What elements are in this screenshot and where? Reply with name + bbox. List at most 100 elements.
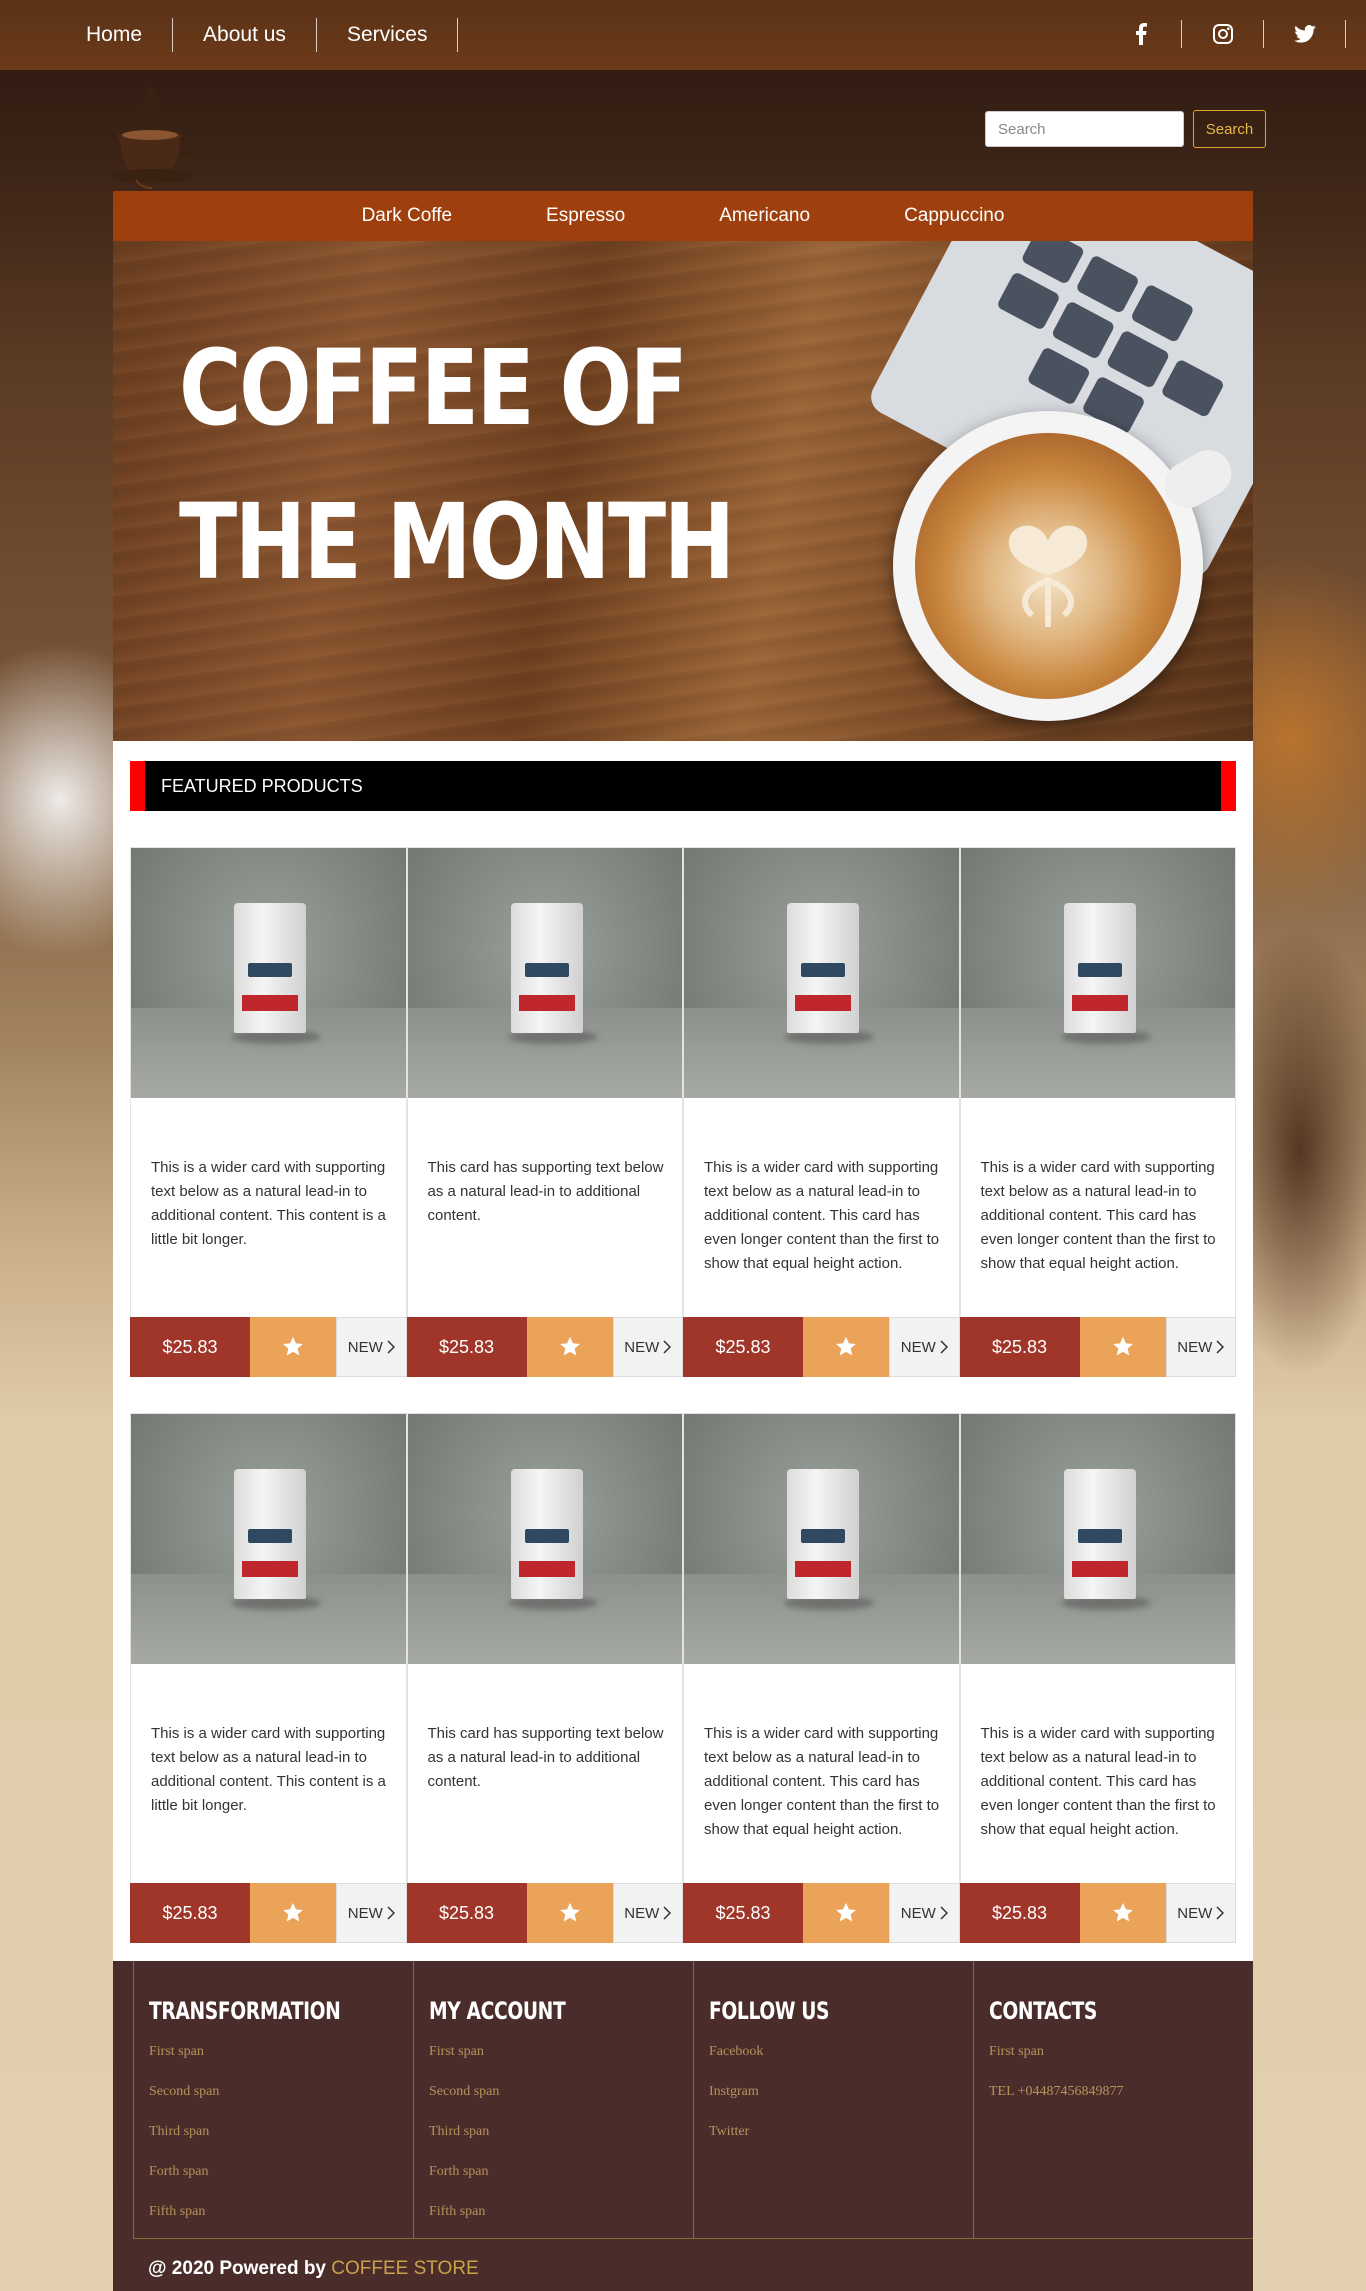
- price-badge: $25.83: [683, 1317, 803, 1377]
- new-label: NEW: [347, 1338, 383, 1356]
- featured-heading: FEATURED PRODUCTS: [161, 775, 363, 796]
- product-card[interactable]: This is a wider card with supporting tex…: [130, 847, 407, 1377]
- footer-col-my-account: MY ACCOUNT First span Second span Third …: [413, 1961, 693, 2238]
- card-text: This is a wider card with supporting tex…: [980, 1725, 1216, 1838]
- brand-link[interactable]: COFFEE STORE: [331, 2258, 478, 2279]
- new-button[interactable]: NEW: [336, 1883, 407, 1943]
- new-label: NEW: [1177, 1338, 1213, 1356]
- star-icon: [836, 1336, 856, 1356]
- footer-phone[interactable]: TEL +04487456849877: [989, 2072, 1253, 2112]
- favorite-button[interactable]: [526, 1317, 613, 1377]
- new-button[interactable]: NEW: [1165, 1883, 1236, 1943]
- footer-link[interactable]: Fifth span: [149, 2192, 413, 2232]
- footer-link-facebook[interactable]: Facebook: [709, 2032, 973, 2072]
- favorite-button[interactable]: [803, 1883, 889, 1943]
- star-icon: [559, 1902, 580, 1922]
- new-button[interactable]: NEW: [889, 1317, 960, 1377]
- footer-link-twitter[interactable]: Twitter: [709, 2112, 973, 2152]
- footer-link[interactable]: Fifth span: [429, 2192, 693, 2232]
- favorite-button[interactable]: [1079, 1883, 1166, 1943]
- card-footer: $25.83 NEW: [959, 1317, 1236, 1377]
- favorite-button[interactable]: [250, 1883, 336, 1943]
- new-label: NEW: [1177, 1904, 1213, 1922]
- new-button[interactable]: NEW: [1165, 1317, 1236, 1377]
- product-card[interactable]: This is a wider card with supporting tex…: [959, 1413, 1236, 1943]
- search-form: Search: [985, 110, 1266, 148]
- product-row-2: This is a wider card with supporting tex…: [130, 1413, 1236, 1943]
- footer-link[interactable]: Third span: [149, 2112, 413, 2152]
- latte-cup-image: [893, 411, 1240, 721]
- new-label: NEW: [347, 1904, 383, 1922]
- search-button[interactable]: Search: [1193, 110, 1266, 148]
- footer-link[interactable]: First span: [149, 2032, 413, 2072]
- favorite-button[interactable]: [526, 1883, 613, 1943]
- search-input[interactable]: [985, 111, 1184, 147]
- category-dark-coffe[interactable]: Dark Coffe: [315, 205, 499, 227]
- nav-about-link[interactable]: About us: [173, 18, 317, 52]
- footer-col-contacts: CONTACTS First span TEL +04487456849877: [973, 1961, 1253, 2238]
- product-image: [684, 1414, 959, 1664]
- twitter-icon[interactable]: [1264, 20, 1346, 48]
- footer-link[interactable]: First span: [989, 2032, 1253, 2072]
- instagram-icon[interactable]: [1182, 20, 1264, 48]
- product-card[interactable]: This is a wider card with supporting tex…: [683, 847, 960, 1377]
- facebook-icon[interactable]: [1100, 20, 1182, 48]
- price-badge: $25.83: [406, 1317, 527, 1377]
- chevron-right-icon: [940, 1340, 948, 1354]
- main-container: Dark Coffe Espresso Americano Cappuccino…: [113, 191, 1253, 1961]
- star-icon: [283, 1336, 303, 1356]
- card-footer: $25.83 NEW: [959, 1883, 1236, 1943]
- category-espresso[interactable]: Espresso: [499, 205, 672, 227]
- price-badge: $25.83: [959, 1317, 1080, 1377]
- price-badge: $25.83: [130, 1317, 250, 1377]
- new-label: NEW: [624, 1904, 660, 1922]
- price-badge: $25.83: [130, 1883, 250, 1943]
- card-text: This is a wider card with supporting tex…: [704, 1159, 940, 1272]
- price-badge: $25.83: [406, 1883, 527, 1943]
- product-image: [407, 1414, 682, 1664]
- product-image: [131, 1414, 406, 1664]
- new-button[interactable]: NEW: [889, 1883, 960, 1943]
- nav-services-link[interactable]: Services: [317, 18, 459, 52]
- footer-link[interactable]: Forth span: [149, 2152, 413, 2192]
- product-card[interactable]: This is a wider card with supporting tex…: [683, 1413, 960, 1943]
- top-navbar: Home About us Services: [0, 0, 1366, 70]
- new-button[interactable]: NEW: [612, 1317, 683, 1377]
- footer-link[interactable]: Second span: [149, 2072, 413, 2112]
- product-image: [131, 848, 406, 1098]
- footer-link-instagram[interactable]: Instgram: [709, 2072, 973, 2112]
- footer-link[interactable]: First span: [429, 2032, 693, 2072]
- new-button[interactable]: NEW: [612, 1883, 683, 1943]
- footer-link[interactable]: Third span: [429, 2112, 693, 2152]
- new-button[interactable]: NEW: [336, 1317, 407, 1377]
- favorite-button[interactable]: [1079, 1317, 1166, 1377]
- nav-home-link[interactable]: Home: [62, 18, 174, 52]
- card-footer: $25.83 NEW: [406, 1883, 683, 1943]
- site-footer: TRANSFORMATION First span Second span Th…: [113, 1961, 1253, 2291]
- product-card[interactable]: This is a wider card with supporting tex…: [130, 1413, 407, 1943]
- hero-title: COFFEE OF THE MONTH: [179, 327, 735, 603]
- product-card[interactable]: This card has supporting text below as a…: [406, 1413, 683, 1943]
- footer-link[interactable]: Second span: [429, 2072, 693, 2112]
- card-text: This is a wider card with supporting tex…: [151, 1159, 386, 1248]
- footer-link[interactable]: Forth span: [429, 2152, 693, 2192]
- category-americano[interactable]: Americano: [672, 205, 857, 227]
- footer-heading: FOLLOW US: [709, 1997, 830, 2025]
- star-icon: [559, 1336, 580, 1356]
- chevron-right-icon: [387, 1340, 395, 1354]
- favorite-button[interactable]: [250, 1317, 336, 1377]
- product-card[interactable]: This is a wider card with supporting tex…: [959, 847, 1236, 1377]
- chevron-right-icon: [663, 1906, 672, 1920]
- chevron-right-icon: [1216, 1340, 1225, 1354]
- social-links: [1100, 18, 1346, 50]
- coffee-logo[interactable]: [106, 72, 202, 190]
- favorite-button[interactable]: [803, 1317, 889, 1377]
- hero-banner: COFFEE OF THE MONTH: [113, 241, 1253, 741]
- product-row-1: This is a wider card with supporting tex…: [130, 847, 1236, 1377]
- category-cappuccino[interactable]: Cappuccino: [857, 205, 1051, 227]
- product-card[interactable]: This card has supporting text below as a…: [406, 847, 683, 1377]
- footer-heading: CONTACTS: [989, 1997, 1097, 2025]
- footer-col-transformation: TRANSFORMATION First span Second span Th…: [133, 1961, 413, 2238]
- new-label: NEW: [900, 1904, 936, 1922]
- card-footer: $25.83 NEW: [130, 1317, 407, 1377]
